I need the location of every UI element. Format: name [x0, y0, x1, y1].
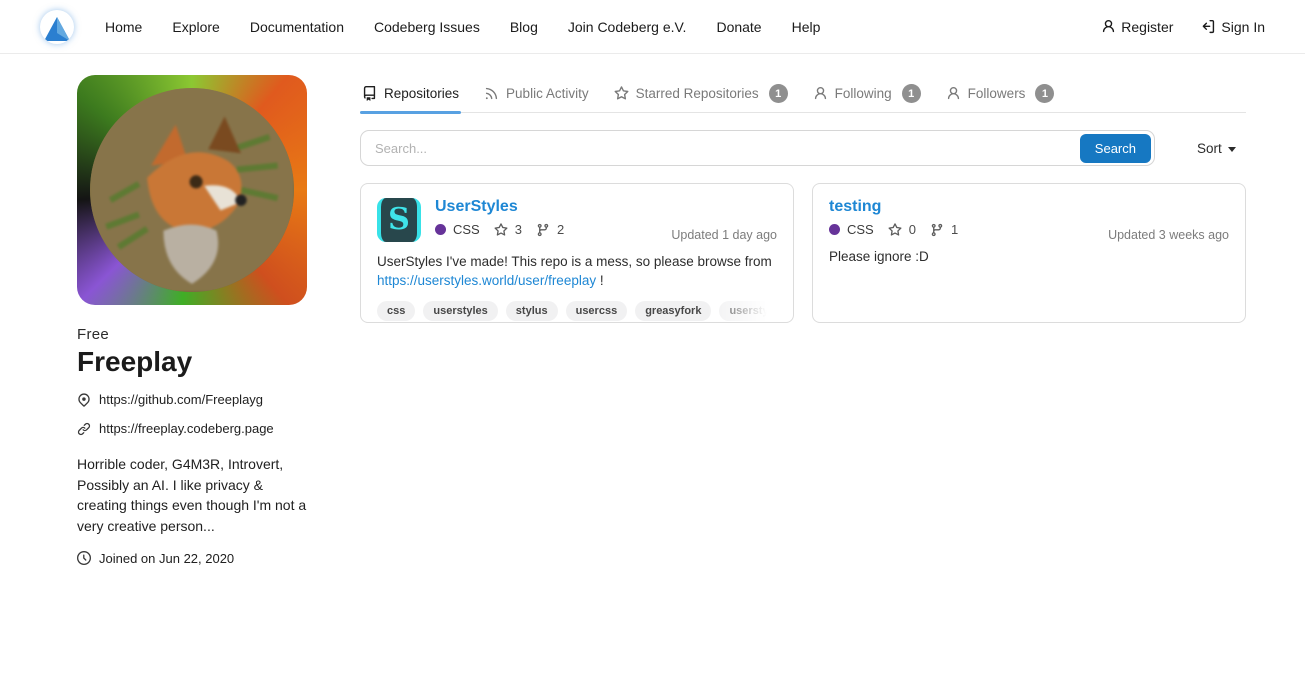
repo-topics: css userstyles stylus usercss greasyfork… [377, 301, 777, 321]
nav-item-explore[interactable]: Explore [172, 19, 219, 35]
tab-label: Repositories [384, 86, 459, 101]
profile-location-row: https://github.com/Freeplayg [77, 392, 307, 407]
repo-card-userstyles: S UserStyles CSS 3 2 Upda [360, 183, 794, 323]
top-navbar: Home Explore Documentation Codeberg Issu… [0, 0, 1305, 54]
repo-meta-row: CSS 3 2 [435, 222, 564, 237]
person-icon [1101, 19, 1116, 34]
language-dot [435, 224, 446, 235]
repo-title-link[interactable]: testing [829, 198, 1229, 216]
repo-description: UserStyles I've made! This repo is a mes… [377, 253, 777, 290]
star-count: 0 [909, 222, 916, 237]
fox-photo [90, 88, 294, 292]
repo-description-suffix: ! [596, 273, 604, 288]
profile-display-name: Freeplay [77, 346, 307, 378]
profile-sidebar: Free Freeplay https://github.com/Freepla… [77, 75, 307, 566]
profile-username: Free [77, 326, 307, 343]
search-button[interactable]: Search [1080, 134, 1151, 163]
repo-avatar-letter: S [388, 205, 410, 235]
nav-item-codeberg-issues[interactable]: Codeberg Issues [374, 19, 480, 35]
main-panel: Repositories Public Activity Starred Rep… [360, 75, 1246, 566]
nav-auth: Register Sign In [1101, 19, 1265, 35]
profile-tabs: Repositories Public Activity Starred Rep… [360, 75, 1246, 113]
followers-count-badge: 1 [1035, 84, 1054, 103]
search-row: Search Sort [360, 130, 1246, 166]
search-input[interactable] [361, 141, 1077, 156]
fork-count: 1 [951, 222, 958, 237]
tab-label: Followers [968, 86, 1026, 101]
sort-label: Sort [1197, 141, 1222, 156]
tab-label: Public Activity [506, 86, 589, 101]
tab-starred-repositories[interactable]: Starred Repositories 1 [612, 75, 790, 112]
fork-icon [536, 223, 550, 237]
sign-in-link[interactable]: Sign In [1201, 19, 1265, 35]
profile-bio: Horrible coder, G4M3R, Introvert, Possib… [77, 454, 307, 537]
avatar[interactable] [77, 75, 307, 305]
tab-label: Starred Repositories [636, 86, 759, 101]
star-icon [888, 223, 902, 237]
avatar-photo [90, 88, 294, 292]
fork-count: 2 [557, 222, 564, 237]
profile-github-link[interactable]: https://github.com/Freeplayg [99, 392, 263, 407]
page-content: Free Freeplay https://github.com/Freepla… [0, 54, 1305, 566]
star-icon [494, 223, 508, 237]
language-dot [829, 224, 840, 235]
profile-website-row: https://freeplay.codeberg.page [77, 421, 307, 436]
language-label: CSS [453, 222, 480, 237]
codeberg-logo-icon[interactable] [40, 10, 74, 44]
mountain-icon [43, 17, 71, 41]
tab-label: Following [835, 86, 892, 101]
topic-tag[interactable]: userstyle [719, 301, 777, 321]
rss-icon [484, 86, 499, 101]
profile-joined-text: Joined on Jun 22, 2020 [99, 551, 234, 566]
clock-icon [77, 551, 91, 565]
nav-links: Home Explore Documentation Codeberg Issu… [105, 19, 820, 35]
tab-public-activity[interactable]: Public Activity [482, 75, 591, 112]
fork-icon [930, 223, 944, 237]
location-pin-icon [77, 393, 91, 407]
repo-card-testing: testing CSS 0 1 Updated 3 weeks ago Plea… [812, 183, 1246, 323]
topic-tag[interactable]: usercss [566, 301, 628, 321]
topic-tag[interactable]: stylus [506, 301, 558, 321]
following-count-badge: 1 [902, 84, 921, 103]
search-box: Search [360, 130, 1155, 166]
nav-item-home[interactable]: Home [105, 19, 142, 35]
tab-repositories[interactable]: Repositories [360, 75, 461, 112]
register-link[interactable]: Register [1101, 19, 1173, 35]
repo-title-link[interactable]: UserStyles [435, 198, 564, 216]
topic-tag[interactable]: userstyles [423, 301, 497, 321]
repo-updated-time: Updated 1 day ago [671, 228, 777, 242]
star-icon [614, 86, 629, 101]
profile-links: https://github.com/Freeplayg https://fre… [77, 392, 307, 436]
nav-item-join-codeberg[interactable]: Join Codeberg e.V. [568, 19, 687, 35]
language-label: CSS [847, 222, 874, 237]
repo-head-text: UserStyles CSS 3 2 [435, 198, 564, 242]
person-icon [946, 86, 961, 101]
star-count: 3 [515, 222, 522, 237]
nav-item-donate[interactable]: Donate [716, 19, 761, 35]
repo-icon [362, 86, 377, 101]
repository-list: S UserStyles CSS 3 2 Upda [360, 183, 1246, 323]
register-label: Register [1121, 19, 1173, 35]
repo-description: Please ignore :D [829, 248, 1229, 267]
sign-in-label: Sign In [1221, 19, 1265, 35]
person-icon [813, 86, 828, 101]
profile-joined-row: Joined on Jun 22, 2020 [77, 551, 307, 566]
starred-count-badge: 1 [769, 84, 788, 103]
link-icon [77, 422, 91, 436]
sort-dropdown[interactable]: Sort [1197, 141, 1236, 156]
topic-tag[interactable]: greasyfork [635, 301, 711, 321]
chevron-down-icon [1228, 147, 1236, 152]
nav-item-blog[interactable]: Blog [510, 19, 538, 35]
repo-updated-time: Updated 3 weeks ago [1108, 228, 1229, 242]
repo-description-link[interactable]: https://userstyles.world/user/freeplay [377, 273, 596, 288]
sign-in-icon [1201, 19, 1216, 34]
nav-item-help[interactable]: Help [792, 19, 821, 35]
topic-tag[interactable]: css [377, 301, 415, 321]
tab-following[interactable]: Following 1 [811, 75, 923, 112]
tab-followers[interactable]: Followers 1 [944, 75, 1057, 112]
profile-website-link[interactable]: https://freeplay.codeberg.page [99, 421, 274, 436]
nav-item-documentation[interactable]: Documentation [250, 19, 344, 35]
repo-description-text: UserStyles I've made! This repo is a mes… [377, 254, 772, 269]
repo-avatar-stylus-icon[interactable]: S [377, 198, 421, 242]
